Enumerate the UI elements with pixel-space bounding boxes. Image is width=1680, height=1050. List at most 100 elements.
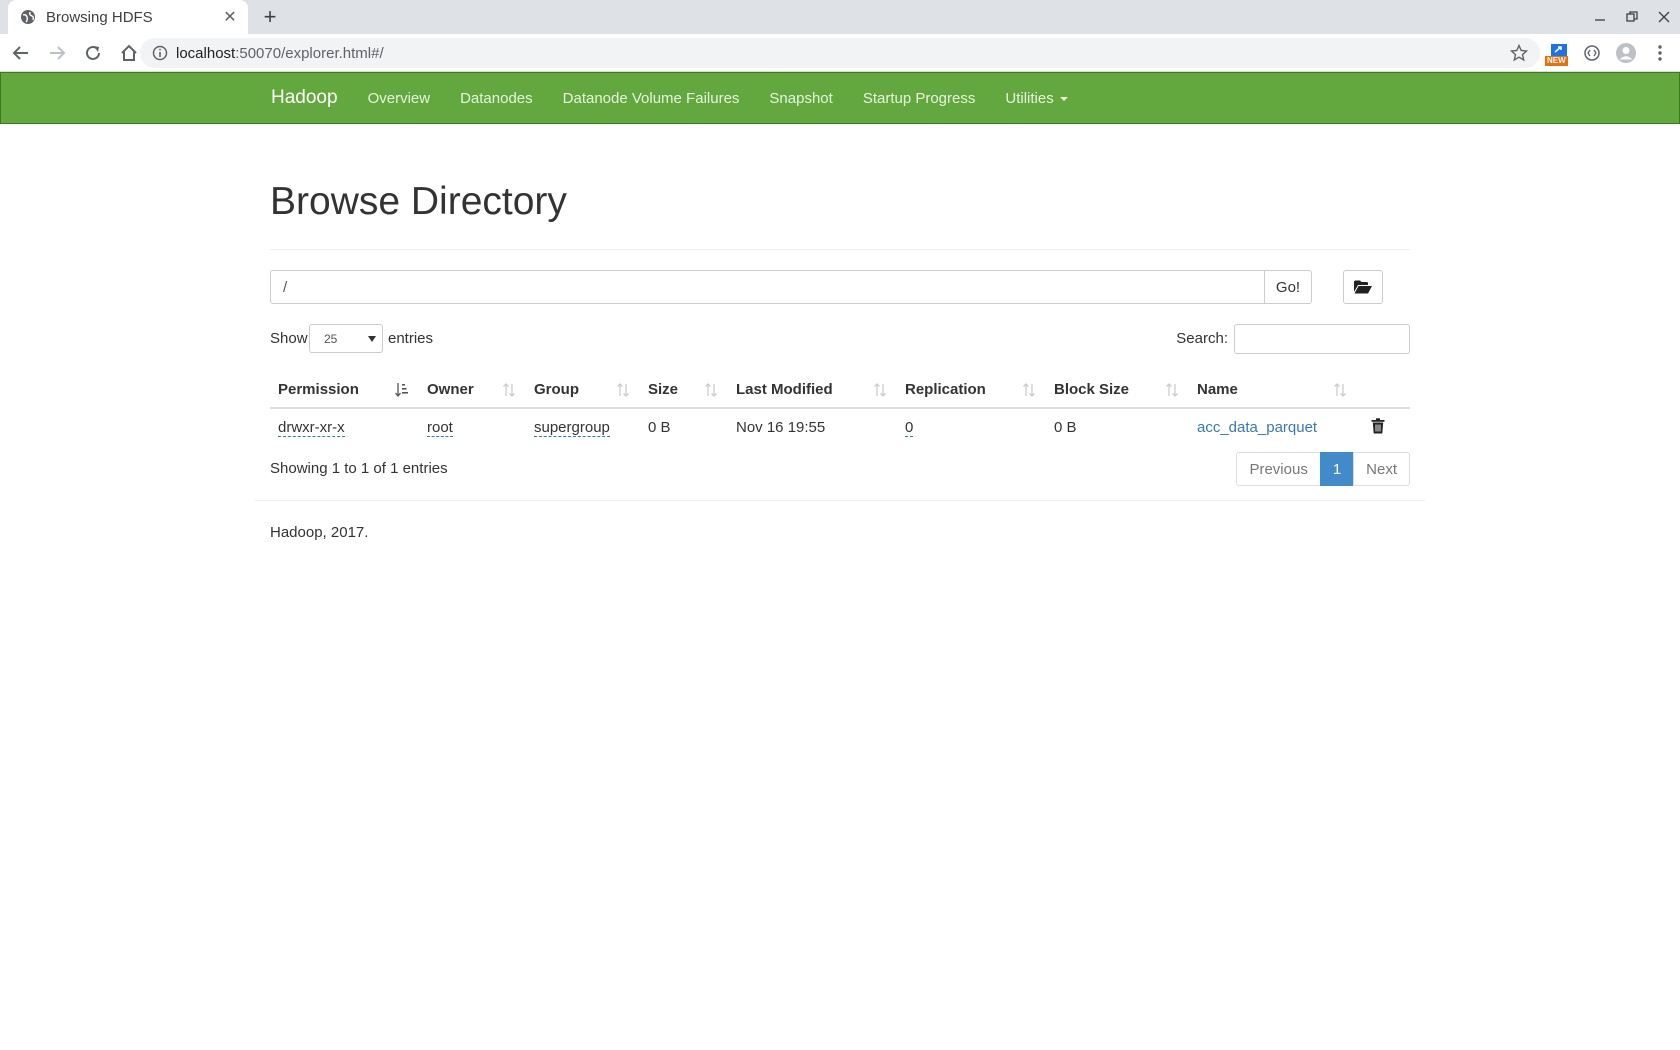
column-label: Last Modified: [736, 381, 833, 398]
globe-icon: [21, 10, 35, 24]
group-editable[interactable]: supergroup: [534, 419, 610, 437]
nav-overview[interactable]: Overview: [368, 90, 431, 107]
bookmark-star-icon[interactable]: [1510, 44, 1528, 62]
browser-tabstrip: Browsing HDFS ✕ +: [0, 0, 1680, 34]
column-label: Group: [534, 381, 579, 398]
home-icon: [121, 44, 137, 61]
files-table: Permission Owner Group Size Last Modifie…: [270, 370, 1410, 446]
new-tab-button[interactable]: +: [258, 4, 282, 29]
sort-asc-icon: [395, 383, 408, 398]
directory-name-link[interactable]: acc_data_parquet: [1197, 419, 1317, 436]
path-row: Go!: [270, 270, 1410, 304]
entries-label: entries: [388, 330, 434, 347]
column-header-last-modified[interactable]: Last Modified: [728, 370, 897, 409]
kebab-menu-icon: [1658, 45, 1662, 61]
sort-icon: [874, 383, 886, 397]
previous-page-button[interactable]: Previous: [1236, 452, 1321, 486]
column-label: Block Size: [1054, 381, 1130, 398]
new-badge: NEW: [1545, 56, 1568, 66]
nav-datanodes[interactable]: Datanodes: [460, 90, 533, 107]
footer-divider: [255, 500, 1425, 501]
column-label: Permission: [278, 381, 359, 398]
code-extension-icon: [1584, 45, 1600, 61]
table-row: drwxr-xr-x root supergroup 0 B Nov 16 19…: [270, 408, 1410, 446]
extension-button[interactable]: [1578, 39, 1606, 67]
permission-editable[interactable]: drwxr-xr-x: [278, 419, 345, 437]
profile-button[interactable]: [1612, 39, 1640, 67]
sort-icon: [1166, 383, 1178, 397]
window-controls: [1584, 0, 1680, 34]
search-input[interactable]: [1234, 324, 1410, 354]
column-header-name[interactable]: Name: [1189, 370, 1357, 409]
nav-utilities-dropdown[interactable]: Utilities: [1005, 89, 1068, 107]
cell-size: 0 B: [648, 419, 671, 436]
main-content: Browse Directory Go! Show 25 entries Sea…: [270, 124, 1410, 486]
nav-snapshot[interactable]: Snapshot: [769, 90, 832, 107]
directory-path-input[interactable]: [270, 270, 1265, 304]
info-icon[interactable]: [152, 45, 168, 61]
column-label: Owner: [427, 381, 474, 398]
sort-icon: [1023, 383, 1035, 397]
title-divider: [270, 249, 1410, 250]
table-controls: Show 25 entries Search:: [270, 324, 1410, 354]
column-header-size[interactable]: Size: [640, 370, 728, 409]
caret-down-icon: [1059, 96, 1068, 101]
cell-block-size: 0 B: [1054, 419, 1077, 436]
page-footer: Hadoop, 2017.: [270, 524, 369, 541]
entries-per-page-select[interactable]: 25: [309, 324, 383, 353]
column-header-replication[interactable]: Replication: [897, 370, 1046, 409]
nav-utilities-label: Utilities: [1005, 89, 1054, 107]
close-tab-icon[interactable]: ✕: [222, 9, 238, 26]
navbar-inner: Hadoop Overview Datanodes Datanode Volum…: [271, 73, 1098, 123]
close-window-icon[interactable]: [1648, 0, 1680, 34]
entries-select-value: 25: [324, 331, 338, 346]
column-header-group[interactable]: Group: [526, 370, 640, 409]
reload-icon: [86, 45, 100, 60]
nav-startup-progress[interactable]: Startup Progress: [863, 90, 976, 107]
toolbar-right-buttons: NEW: [1544, 38, 1674, 68]
create-directory-button[interactable]: [1343, 270, 1383, 304]
sort-icon: [705, 383, 717, 397]
restore-icon[interactable]: [1616, 0, 1648, 34]
hadoop-navbar: Hadoop Overview Datanodes Datanode Volum…: [0, 72, 1680, 124]
cell-replication: 0: [897, 408, 1046, 446]
navbar-brand[interactable]: Hadoop: [271, 87, 338, 109]
go-button[interactable]: Go!: [1264, 270, 1312, 304]
column-header-actions: [1357, 370, 1410, 409]
pagination: Previous 1 Next: [1236, 452, 1410, 486]
url-host: localhost: [176, 44, 236, 62]
owner-editable[interactable]: root: [427, 419, 453, 437]
reload-button[interactable]: [78, 38, 108, 68]
next-page-button[interactable]: Next: [1353, 452, 1410, 486]
cell-group: supergroup: [526, 408, 640, 446]
menu-button[interactable]: [1646, 39, 1674, 67]
search-label: Search:: [1176, 330, 1228, 347]
extension-new-button[interactable]: NEW: [1544, 39, 1572, 67]
replication-editable[interactable]: 0: [905, 419, 914, 437]
forward-arrow-icon: [50, 45, 66, 60]
showing-entries-info: Showing 1 to 1 of 1 entries: [270, 460, 448, 477]
column-header-owner[interactable]: Owner: [419, 370, 526, 409]
sort-icon: [503, 383, 515, 397]
cell-owner: root: [419, 408, 526, 446]
sort-icon: [1334, 383, 1346, 397]
browser-toolbar: localhost:50070/explorer.html#/ NEW: [0, 34, 1680, 72]
show-label: Show: [270, 330, 308, 347]
back-button[interactable]: [6, 38, 36, 68]
cell-name: acc_data_parquet: [1189, 408, 1357, 446]
cell-permission: drwxr-xr-x: [270, 408, 419, 446]
trash-icon[interactable]: [1371, 417, 1385, 434]
forward-button[interactable]: [42, 38, 72, 68]
nav-datanode-volume-failures[interactable]: Datanode Volume Failures: [563, 90, 740, 107]
column-label: Size: [648, 381, 679, 398]
page-1-button[interactable]: 1: [1319, 452, 1355, 486]
column-header-block-size[interactable]: Block Size: [1046, 370, 1189, 409]
cell-last-modified: Nov 16 19:55: [736, 419, 826, 436]
url-path: :50070/explorer.html#/: [235, 44, 384, 62]
avatar-icon: [1616, 43, 1636, 63]
browser-tab[interactable]: Browsing HDFS ✕: [8, 0, 248, 34]
column-header-permission[interactable]: Permission: [270, 370, 419, 409]
minimize-icon[interactable]: [1584, 0, 1616, 34]
table-header-row: Permission Owner Group Size Last Modifie…: [270, 370, 1410, 409]
address-bar[interactable]: localhost:50070/explorer.html#/: [140, 38, 1540, 68]
